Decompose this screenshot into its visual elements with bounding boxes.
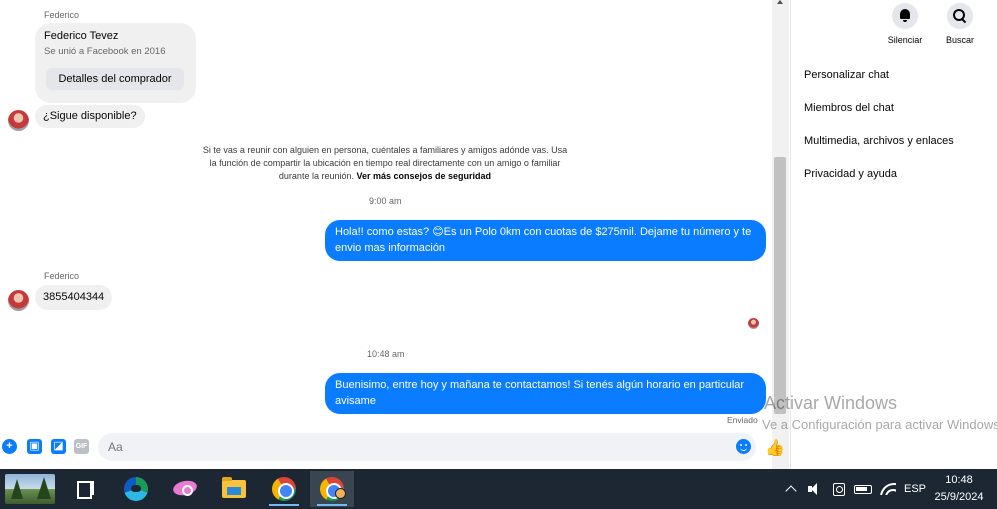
sent-status: Enviado	[727, 415, 758, 425]
activate-windows-watermark: Activar Windows	[764, 393, 898, 413]
buyer-profile-card: Federico Tevez Se unió a Facebook en 201…	[35, 23, 196, 103]
chrome-icon	[272, 477, 296, 501]
image-icon[interactable]: ▣	[27, 439, 42, 454]
menu-privacy-help[interactable]: Privacidad y ayuda	[804, 168, 897, 180]
chrome-button[interactable]	[262, 471, 306, 507]
show-hidden-icons-button[interactable]	[782, 469, 800, 509]
camera-icon	[833, 482, 845, 496]
task-view-icon	[77, 481, 95, 499]
snipping-tool-button[interactable]	[164, 471, 208, 507]
safety-notice: Si te vas a reunir con alguien en person…	[200, 144, 570, 183]
avatar[interactable]	[8, 110, 29, 131]
menu-media-files-links[interactable]: Multimedia, archivos y enlaces	[804, 135, 954, 147]
windows-taskbar: ESP 10:48 25/9/2024	[0, 469, 997, 509]
battery-button[interactable]	[853, 469, 873, 509]
incoming-message[interactable]: ¿Sigue disponible?	[35, 105, 145, 128]
gif-icon[interactable]: GIF	[74, 439, 89, 454]
wifi-icon	[880, 483, 896, 495]
chat-thread: Federico Federico Tevez Se unió a Facebo…	[0, 0, 772, 469]
buyer-name: Federico Tevez	[44, 30, 119, 42]
thumbs-up-icon[interactable]: 👍	[765, 438, 785, 458]
plus-icon[interactable]: +	[2, 439, 17, 454]
edge-button[interactable]	[114, 471, 158, 507]
task-view-button[interactable]	[64, 471, 108, 507]
clock-date: 25/9/2024	[934, 491, 984, 503]
sticker-icon[interactable]: ◪	[51, 439, 66, 454]
battery-icon	[854, 484, 872, 494]
camera-button[interactable]	[830, 469, 848, 509]
avatar[interactable]	[8, 290, 29, 311]
mute-label: Silenciar	[887, 35, 923, 45]
menu-customize-chat[interactable]: Personalizar chat	[804, 69, 889, 81]
timestamp: 10:48 am	[367, 349, 405, 359]
volume-button[interactable]	[806, 469, 824, 509]
search-button[interactable]: Buscar	[940, 3, 980, 45]
file-explorer-button[interactable]	[212, 471, 256, 507]
language-indicator[interactable]: ESP	[902, 469, 928, 509]
profile-badge-icon	[335, 488, 346, 499]
clock-time: 10:48	[945, 474, 973, 486]
menu-chat-members[interactable]: Miembros del chat	[804, 102, 894, 114]
search-icon	[947, 3, 973, 29]
landscape-start-icon	[5, 474, 55, 504]
folder-icon	[222, 477, 246, 498]
network-button[interactable]	[879, 469, 897, 509]
mute-button[interactable]: Silenciar	[885, 3, 925, 45]
activate-windows-subtext: Ve a Configuración para activar Windows.	[762, 417, 997, 432]
snipping-tool-icon	[173, 479, 199, 499]
safety-tips-link[interactable]: Ver más consejos de seguridad	[357, 171, 492, 181]
message-input[interactable]	[98, 433, 756, 461]
timestamp: 9:00 am	[369, 196, 402, 206]
incoming-message[interactable]: 3855404344	[35, 285, 113, 310]
bell-icon	[892, 3, 918, 29]
sender-name: Federico	[44, 10, 80, 20]
buyer-joined-date: Se unió a Facebook en 2016	[44, 46, 166, 57]
outgoing-message[interactable]: Hola!! como estas? 😊Es un Polo 0km con c…	[325, 220, 766, 261]
search-label: Buscar	[945, 35, 974, 45]
outgoing-message[interactable]: Buenisimo, entre hoy y mañana te contact…	[325, 373, 766, 414]
read-receipt-avatar	[748, 318, 759, 329]
buyer-details-button[interactable]: Detalles del comprador	[46, 68, 184, 90]
message-composer: + ▣ ◪ GIF	[0, 433, 772, 461]
emoji-icon[interactable]	[736, 439, 751, 454]
chevron-up-icon	[785, 485, 797, 497]
edge-icon	[124, 477, 148, 501]
clock[interactable]: 10:48 25/9/2024	[928, 472, 990, 506]
speaker-muted-icon	[808, 483, 822, 495]
scroll-up-arrow-icon[interactable]	[777, 0, 783, 4]
start-button[interactable]	[3, 471, 57, 507]
chrome-profile-button[interactable]	[310, 471, 354, 507]
scroll-thumb[interactable]	[774, 157, 786, 414]
sender-name: Federico	[44, 271, 80, 281]
